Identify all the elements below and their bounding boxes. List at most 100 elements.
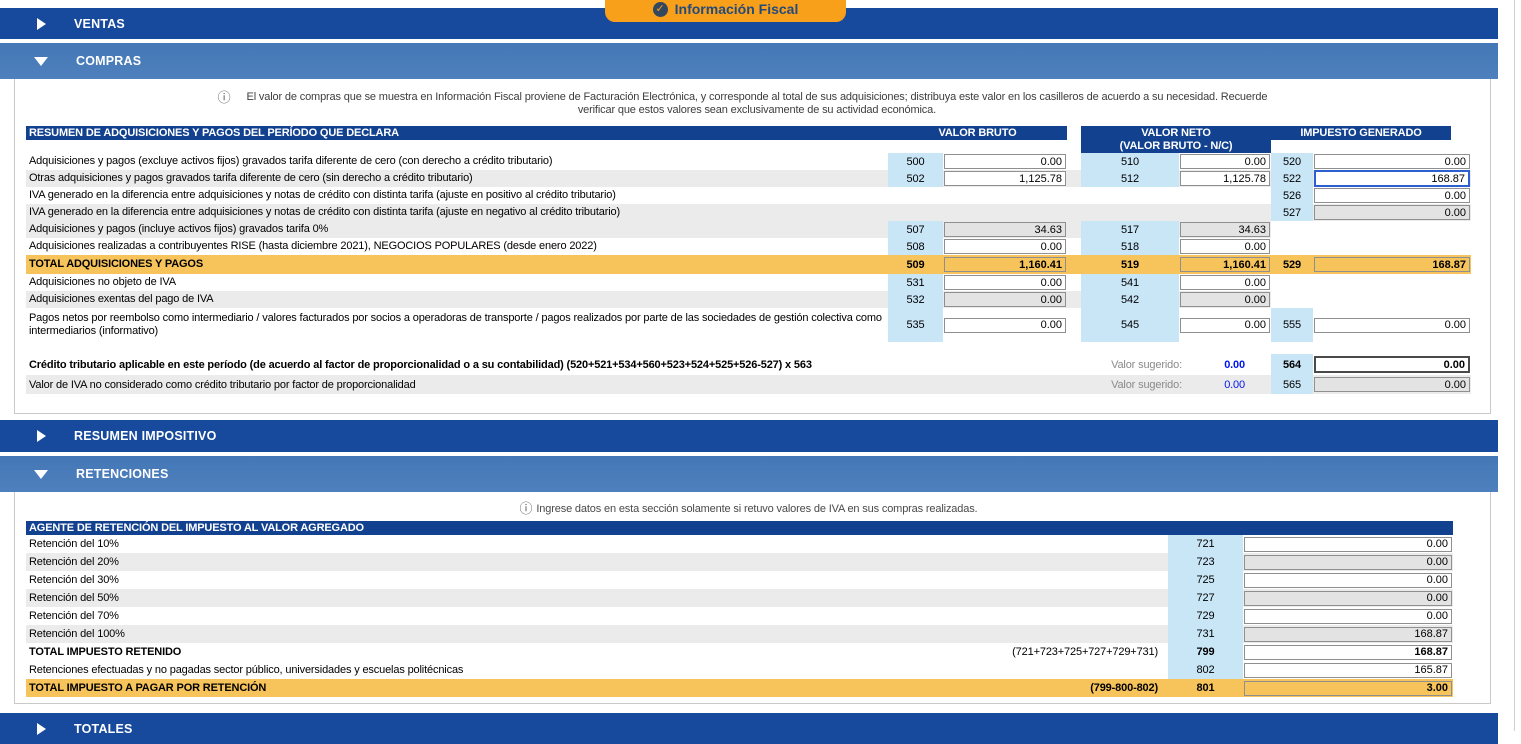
row-label: Pagos netos por reembolso como intermedi… [26, 312, 888, 338]
code-cell: 725 [1168, 571, 1243, 589]
section-bar-totales[interactable]: TOTALES [0, 713, 1498, 744]
row-label: Adquisiciones y pagos (incluye activos f… [26, 223, 888, 236]
code-cell: 508 [888, 238, 943, 255]
chevron-right-icon [37, 430, 46, 442]
table-row: IVA generado en la diferencia entre adqu… [26, 204, 1471, 221]
input-518[interactable] [1180, 239, 1270, 254]
credito-tributario-row: Crédito tributario aplicable en este per… [26, 354, 1471, 375]
scrollbar-track-line [1514, 0, 1515, 731]
input-529[interactable] [1314, 257, 1470, 272]
empty-cell [1271, 221, 1471, 238]
input-520[interactable] [1314, 154, 1470, 169]
input-725[interactable] [1244, 573, 1452, 588]
valor-sugerido-label: Valor sugerido: [1081, 359, 1196, 371]
row-label: Adquisiciones y pagos (excluye activos f… [26, 155, 888, 168]
table-row: Retención del 10% 721 [26, 535, 1453, 553]
code-cell: 507 [888, 221, 943, 238]
input-727[interactable] [1244, 591, 1452, 606]
compras-info: ⓘ El valor de compras que se muestra en … [26, 91, 1471, 117]
table-row: Adquisiciones no objeto de IVA 531 541 [26, 274, 1471, 291]
input-564[interactable] [1314, 356, 1470, 373]
retenciones-table: AGENTE DE RETENCIÓN DEL IMPUESTO AL VALO… [26, 521, 1471, 697]
input-545[interactable] [1180, 318, 1270, 333]
input-555[interactable] [1314, 318, 1470, 333]
row-label: Valor de IVA no considerado como crédito… [26, 379, 1081, 391]
input-500[interactable] [944, 154, 1066, 169]
code-cell: 510 [1081, 153, 1179, 170]
code-cell: 723 [1168, 553, 1243, 571]
input-729[interactable] [1244, 609, 1452, 624]
code-cell: 801 [1168, 679, 1243, 697]
code-cell: 532 [888, 291, 943, 308]
row-label: Adquisiciones no objeto de IVA [26, 276, 888, 289]
informacion-fiscal-button[interactable]: ✓ Información Fiscal [605, 0, 846, 22]
code-cell: 565 [1271, 375, 1313, 394]
code-cell: 535 [888, 308, 943, 342]
iva-no-credito-row: Valor de IVA no considerado como crédito… [26, 375, 1471, 394]
input-509[interactable] [944, 257, 1066, 272]
input-517[interactable] [1180, 222, 1270, 237]
input-723[interactable] [1244, 555, 1452, 570]
empty-cell [1271, 274, 1471, 291]
col-impuesto-generado: IMPUESTO GENERADO [1271, 126, 1451, 140]
totales-title: TOTALES [74, 722, 133, 736]
table-row: IVA generado en la diferencia entre adqu… [26, 187, 1471, 204]
compras-panel: ⓘ El valor de compras que se muestra en … [14, 79, 1491, 414]
compras-table: RESUMEN DE ADQUISICIONES Y PAGOS DEL PER… [26, 126, 1471, 342]
table-row: Adquisiciones exentas del pago de IVA 53… [26, 291, 1471, 308]
row-label: Adquisiciones realizadas a contribuyente… [26, 240, 888, 253]
input-510[interactable] [1180, 154, 1270, 169]
section-bar-resumen-impositivo[interactable]: RESUMEN IMPOSITIVO [0, 420, 1498, 452]
row-label: Otras adquisiciones y pagos gravados tar… [26, 172, 888, 185]
input-522-focused[interactable] [1314, 170, 1470, 187]
code-cell: 721 [1168, 535, 1243, 553]
input-799[interactable] [1244, 645, 1452, 660]
input-527[interactable] [1314, 205, 1470, 220]
input-801[interactable] [1244, 681, 1452, 696]
compras-info-text: El valor de compras que se muestra en In… [234, 91, 1279, 117]
row-label: Retención del 70% [29, 610, 119, 622]
input-532[interactable] [944, 292, 1066, 307]
input-802[interactable] [1244, 663, 1452, 678]
code-cell: 541 [1081, 274, 1179, 291]
code-cell: 545 [1081, 308, 1179, 342]
chevron-right-icon [37, 723, 46, 735]
input-508[interactable] [944, 239, 1066, 254]
total-impuesto-retenido-row: TOTAL IMPUESTO RETENIDO (721+723+725+727… [26, 643, 1453, 661]
input-565[interactable] [1314, 377, 1470, 392]
input-721[interactable] [1244, 537, 1452, 552]
col-valor-neto: VALOR NETO (VALOR BRUTO - N/C) [1081, 126, 1271, 153]
top-strip: ✓ Información Fiscal [0, 0, 1521, 8]
code-cell: 520 [1271, 153, 1313, 170]
table-row: Otras adquisiciones y pagos gravados tar… [26, 170, 1471, 187]
table-row: Retención del 20% 723 [26, 553, 1453, 571]
input-731[interactable] [1244, 627, 1452, 642]
chevron-right-icon [37, 18, 46, 30]
section-bar-retenciones[interactable]: RETENCIONES [0, 456, 1498, 492]
row-label: IVA generado en la diferencia entre adqu… [26, 189, 1271, 202]
row-label: TOTAL IMPUESTO RETENIDO [29, 646, 181, 658]
input-502[interactable] [944, 171, 1066, 186]
row-label: Retención del 30% [29, 574, 119, 586]
table-row: Retención del 70% 729 [26, 607, 1453, 625]
code-cell: 527 [1271, 204, 1313, 221]
code-cell: 542 [1081, 291, 1179, 308]
code-cell: 799 [1168, 643, 1243, 661]
input-526[interactable] [1314, 188, 1470, 203]
retenciones-info: ⓘ Ingrese datos en esta sección solament… [26, 502, 1471, 516]
section-bar-compras[interactable]: COMPRAS [0, 43, 1498, 79]
code-cell: 509 [888, 255, 943, 274]
valor-sugerido-label: Valor sugerido: [1081, 379, 1196, 391]
informacion-fiscal-label: Información Fiscal [675, 1, 799, 17]
row-label: Retenciones efectuadas y no pagadas sect… [29, 664, 463, 676]
input-519[interactable] [1180, 257, 1270, 272]
input-541[interactable] [1180, 275, 1270, 290]
input-512[interactable] [1180, 171, 1270, 186]
retenciones-panel: ⓘ Ingrese datos en esta sección solament… [14, 492, 1491, 704]
input-535[interactable] [944, 318, 1066, 333]
code-cell: 802 [1168, 661, 1243, 679]
input-507[interactable] [944, 222, 1066, 237]
input-542[interactable] [1180, 292, 1270, 307]
input-531[interactable] [944, 275, 1066, 290]
table-row: Retención del 50% 727 [26, 589, 1453, 607]
